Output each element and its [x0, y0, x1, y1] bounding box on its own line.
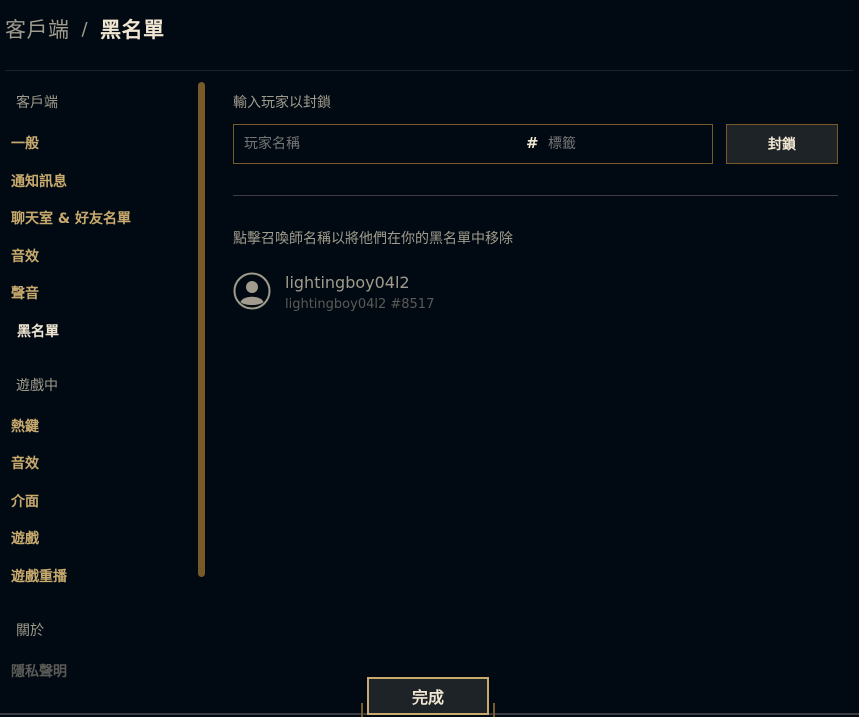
sidebar-item-blocklist[interactable]: 黑名單: [17, 321, 59, 341]
sidebar-item-sound[interactable]: 音效: [11, 246, 39, 266]
sidebar-item-chat-friends[interactable]: 聊天室 & 好友名單: [11, 208, 131, 228]
block-player-input-box: #: [233, 124, 713, 164]
blocked-player-tag: lightingboy04l2 #8517: [285, 297, 435, 312]
sidebar-item-replays[interactable]: 遊戲重播: [11, 566, 67, 586]
sidebar-item-privacy[interactable]: 隱私聲明: [11, 661, 67, 680]
sidebar-scrollbar[interactable]: [198, 82, 205, 577]
sidebar-item-ingame-sound[interactable]: 音效: [11, 453, 39, 473]
block-input-label: 輸入玩家以封鎖: [233, 95, 331, 111]
tag-input[interactable]: [546, 135, 700, 153]
page-title: 黑名單: [100, 18, 165, 42]
sidebar-item-general[interactable]: 一般: [11, 133, 39, 153]
sidebar-item-hotkeys[interactable]: 熱鍵: [11, 416, 39, 436]
player-name-input[interactable]: [242, 135, 496, 153]
done-button[interactable]: 完成: [367, 677, 489, 715]
sidebar-item-interface[interactable]: 介面: [11, 491, 39, 511]
sidebar-item-game[interactable]: 遊戲: [11, 528, 39, 548]
page-header: 客戶端 / 黑名單: [5, 14, 165, 44]
footer-bracket-left: [361, 703, 363, 717]
sidebar-section-ingame: 遊戲中: [16, 378, 58, 394]
sidebar-item-notifications[interactable]: 通知訊息: [11, 171, 67, 191]
breadcrumb-separator: /: [81, 18, 89, 40]
block-button[interactable]: 封鎖: [726, 124, 838, 164]
sidebar-section-client: 客戶端: [16, 95, 58, 111]
blocked-player-name: lightingboy04l2: [285, 273, 410, 292]
user-avatar-icon: [233, 272, 271, 310]
section-divider: [233, 195, 838, 196]
sidebar-item-voice[interactable]: 聲音: [11, 283, 39, 303]
footer-bracket-right: [493, 703, 495, 717]
settings-sidebar: 客戶端 一般 通知訊息 聊天室 & 好友名單 音效 聲音 黑名單 遊戲中 熱鍵 …: [0, 80, 200, 680]
blocked-player-entry[interactable]: lightingboy04l2 lightingboy04l2 #8517: [233, 270, 633, 315]
hash-icon: #: [526, 134, 539, 152]
header-divider: [5, 70, 853, 71]
sidebar-section-about: 關於: [16, 623, 44, 639]
blocklist-instruction: 點擊召喚師名稱以將他們在你的黑名單中移除: [233, 231, 513, 247]
breadcrumb-parent: 客戶端: [5, 18, 70, 42]
